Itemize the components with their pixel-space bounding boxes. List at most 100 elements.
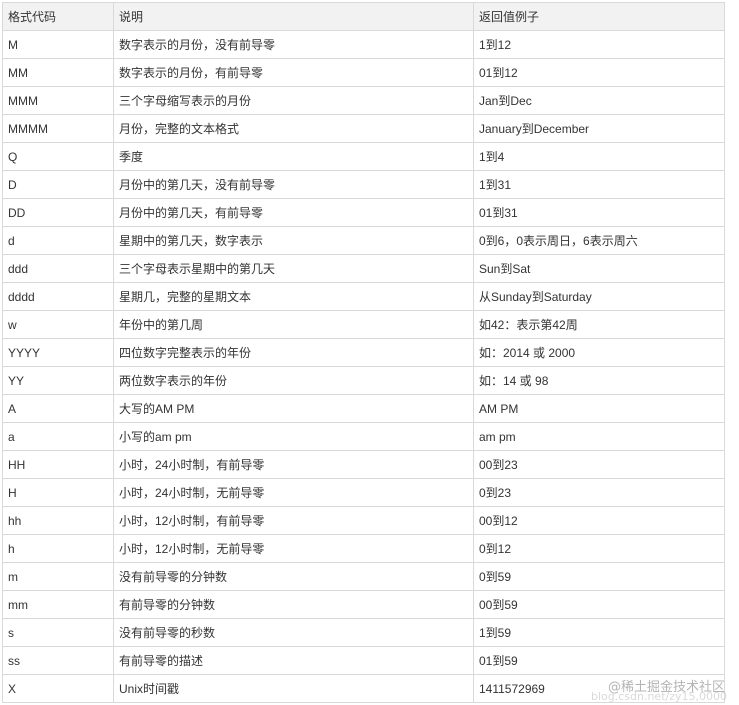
cell-format-code: s	[2, 618, 114, 647]
cell-example: 00到12	[473, 506, 725, 535]
table-row: YYYY 四位数字完整表示的年份 如：2014 或 2000	[2, 338, 725, 367]
cell-example: 0到12	[473, 534, 725, 563]
cell-description: 四位数字完整表示的年份	[113, 338, 474, 367]
cell-example: 1到31	[473, 170, 725, 199]
cell-description: 小时，12小时制，无前导零	[113, 534, 474, 563]
table-row: MM 数字表示的月份，有前导零 01到12	[2, 58, 725, 87]
cell-format-code: d	[2, 226, 114, 255]
cell-example: 1到4	[473, 142, 725, 171]
table-row: w 年份中的第几周 如42：表示第42周	[2, 310, 725, 339]
header-example: 返回值例子	[473, 2, 725, 31]
cell-format-code: MMMM	[2, 114, 114, 143]
table-row: HH 小时，24小时制，有前导零 00到23	[2, 450, 725, 479]
cell-example: 01到59	[473, 646, 725, 675]
cell-format-code: ddd	[2, 254, 114, 283]
cell-description: 数字表示的月份，没有前导零	[113, 30, 474, 59]
cell-description: 小时，24小时制，无前导零	[113, 478, 474, 507]
cell-description: 没有前导零的分钟数	[113, 562, 474, 591]
cell-example: AM PM	[473, 394, 725, 423]
cell-format-code: dddd	[2, 282, 114, 311]
cell-format-code: MMM	[2, 86, 114, 115]
table-row: mm 有前导零的分钟数 00到59	[2, 590, 725, 619]
cell-example: 如42：表示第42周	[473, 310, 725, 339]
header-description: 说明	[113, 2, 474, 31]
cell-example: 1到59	[473, 618, 725, 647]
cell-format-code: H	[2, 478, 114, 507]
table-header: 格式代码 说明 返回值例子	[2, 2, 725, 31]
header-format-code: 格式代码	[2, 2, 114, 31]
cell-example: 0到59	[473, 562, 725, 591]
table-row: d 星期中的第几天，数字表示 0到6，0表示周日，6表示周六	[2, 226, 725, 255]
table-row: YY 两位数字表示的年份 如：14 或 98	[2, 366, 725, 395]
cell-example: January到December	[473, 114, 725, 143]
header-row: 格式代码 说明 返回值例子	[2, 2, 725, 31]
cell-description: 数字表示的月份，有前导零	[113, 58, 474, 87]
format-code-table: 格式代码 说明 返回值例子 M 数字表示的月份，没有前导零 1到12 MM 数字表示的月…	[2, 2, 725, 703]
table-row: H 小时，24小时制，无前导零 0到23	[2, 478, 725, 507]
table-row: m 没有前导零的分钟数 0到59	[2, 562, 725, 591]
cell-format-code: M	[2, 30, 114, 59]
cell-example: 从Sunday到Saturday	[473, 282, 725, 311]
cell-example: 0到6，0表示周日，6表示周六	[473, 226, 725, 255]
cell-example: 如：2014 或 2000	[473, 338, 725, 367]
cell-format-code: DD	[2, 198, 114, 227]
table-row: M 数字表示的月份，没有前导零 1到12	[2, 30, 725, 59]
cell-example: 1411572969	[473, 674, 725, 703]
table-row: D 月份中的第几天，没有前导零 1到31	[2, 170, 725, 199]
cell-description: 两位数字表示的年份	[113, 366, 474, 395]
cell-description: 有前导零的分钟数	[113, 590, 474, 619]
table-row: h 小时，12小时制，无前导零 0到12	[2, 534, 725, 563]
table-row: dddd 星期几，完整的星期文本 从Sunday到Saturday	[2, 282, 725, 311]
cell-format-code: h	[2, 534, 114, 563]
table-row: Q 季度 1到4	[2, 142, 725, 171]
cell-example: 0到23	[473, 478, 725, 507]
cell-format-code: A	[2, 394, 114, 423]
table-row: ddd 三个字母表示星期中的第几天 Sun到Sat	[2, 254, 725, 283]
cell-example: Sun到Sat	[473, 254, 725, 283]
cell-example: 00到59	[473, 590, 725, 619]
table-row: ss 有前导零的描述 01到59	[2, 646, 725, 675]
cell-format-code: Q	[2, 142, 114, 171]
cell-example: Jan到Dec	[473, 86, 725, 115]
cell-description: 小时，24小时制，有前导零	[113, 450, 474, 479]
cell-example: 00到23	[473, 450, 725, 479]
cell-format-code: HH	[2, 450, 114, 479]
table-row: MMMM 月份，完整的文本格式 January到December	[2, 114, 725, 143]
cell-description: 大写的AM PM	[113, 394, 474, 423]
cell-description: 季度	[113, 142, 474, 171]
cell-description: 月份，完整的文本格式	[113, 114, 474, 143]
cell-example: 01到12	[473, 58, 725, 87]
cell-description: 星期几，完整的星期文本	[113, 282, 474, 311]
cell-description: 小时，12小时制，有前导零	[113, 506, 474, 535]
cell-format-code: YY	[2, 366, 114, 395]
cell-description: 没有前导零的秒数	[113, 618, 474, 647]
cell-description: 有前导零的描述	[113, 646, 474, 675]
cell-format-code: X	[2, 674, 114, 703]
cell-description: Unix时间戳	[113, 674, 474, 703]
cell-format-code: a	[2, 422, 114, 451]
cell-format-code: ss	[2, 646, 114, 675]
cell-example: 1到12	[473, 30, 725, 59]
table-row: MMM 三个字母缩写表示的月份 Jan到Dec	[2, 86, 725, 115]
cell-description: 三个字母缩写表示的月份	[113, 86, 474, 115]
table-row: X Unix时间戳 1411572969	[2, 674, 725, 703]
cell-format-code: mm	[2, 590, 114, 619]
cell-format-code: hh	[2, 506, 114, 535]
cell-description: 星期中的第几天，数字表示	[113, 226, 474, 255]
cell-format-code: D	[2, 170, 114, 199]
cell-example: am pm	[473, 422, 725, 451]
cell-description: 年份中的第几周	[113, 310, 474, 339]
table-row: DD 月份中的第几天，有前导零 01到31	[2, 198, 725, 227]
table-row: s 没有前导零的秒数 1到59	[2, 618, 725, 647]
cell-format-code: w	[2, 310, 114, 339]
cell-example: 01到31	[473, 198, 725, 227]
table-row: a 小写的am pm am pm	[2, 422, 725, 451]
cell-format-code: m	[2, 562, 114, 591]
cell-description: 月份中的第几天，有前导零	[113, 198, 474, 227]
cell-description: 月份中的第几天，没有前导零	[113, 170, 474, 199]
cell-description: 小写的am pm	[113, 422, 474, 451]
cell-format-code: YYYY	[2, 338, 114, 367]
cell-example: 如：14 或 98	[473, 366, 725, 395]
table-row: hh 小时，12小时制，有前导零 00到12	[2, 506, 725, 535]
table-body: M 数字表示的月份，没有前导零 1到12 MM 数字表示的月份，有前导零 01到12 MMM…	[2, 30, 725, 703]
